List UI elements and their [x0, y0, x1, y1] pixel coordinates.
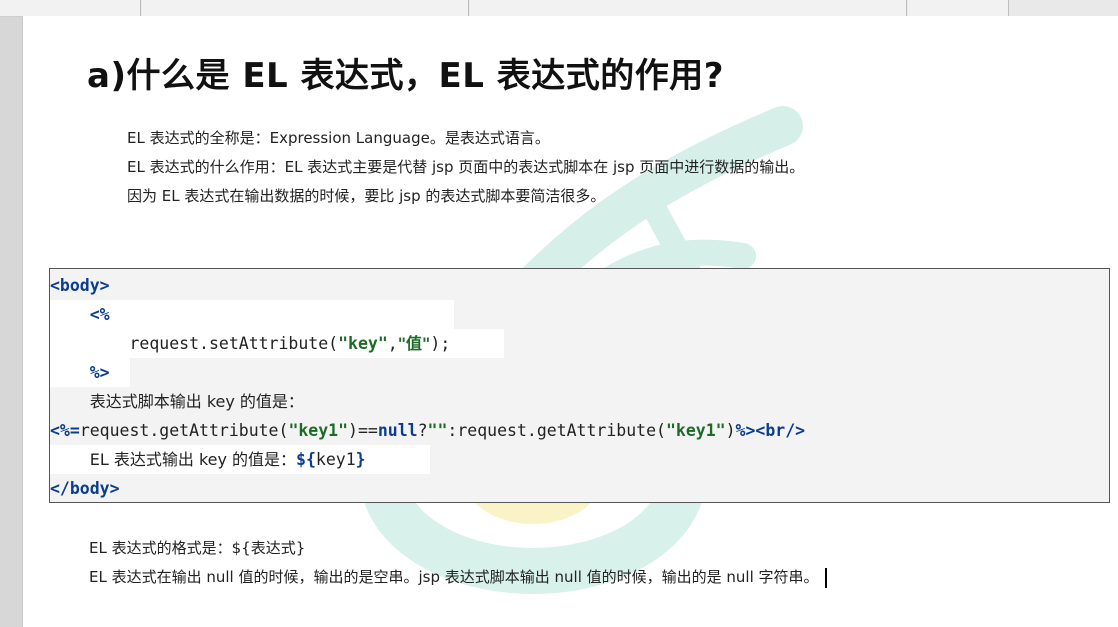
code-string: "key1" [665, 421, 726, 440]
code-text: ) [725, 421, 736, 440]
code-string: "值" [397, 334, 431, 353]
code-string: "key" [338, 334, 388, 353]
code-text: )== [348, 421, 378, 440]
code-block: <body> <% request.setAttribute("key","值"… [49, 268, 1110, 503]
ruler-segment [908, 0, 1009, 16]
code-line-expression: <%=request.getAttribute("key1")==null?""… [50, 416, 805, 445]
code-text: EL 表达式输出 key 的值是： [89, 450, 297, 469]
code-text: , [387, 334, 398, 353]
code-text: request.getAttribute( [79, 421, 289, 440]
code-string: "" [427, 421, 448, 440]
code-keyword: null [377, 421, 418, 440]
code-tag: <%= [50, 421, 80, 440]
code-tag: <% [89, 305, 110, 324]
intro-paragraph: EL 表达式的全称是：Expression Language。是表达式语言。 E… [127, 124, 804, 211]
code-line-set-attribute: request.setAttribute("key","值"); [50, 329, 504, 358]
code-text: ? [417, 421, 428, 440]
note-text: EL 表达式在输出 null 值的时候，输出的是空串。jsp 表达式脚本输出 n… [89, 568, 819, 586]
ruler-bar [0, 0, 1118, 17]
code-line-el-output: EL 表达式输出 key 的值是：${key1} [50, 445, 430, 474]
page-title: a)什么是 EL 表达式，EL 表达式的作用? [87, 56, 724, 96]
ruler-segment [470, 0, 907, 16]
ruler-segment [0, 0, 141, 16]
code-tag: %> [89, 363, 110, 382]
code-string: "key1" [288, 421, 349, 440]
code-text: request.setAttribute( [129, 334, 339, 353]
code-text: :request.getAttribute( [447, 421, 666, 440]
code-line-scriptlet-close: %> [50, 358, 130, 387]
code-line-body-open: <body> [50, 271, 110, 300]
intro-line: 因为 EL 表达式在输出数据的时候，要比 jsp 的表达式脚本要简洁很多。 [127, 187, 606, 205]
note-line: EL 表达式的格式是：${表达式} [89, 539, 306, 557]
code-el: } [355, 450, 366, 469]
text-cursor[interactable] [824, 567, 827, 588]
code-tag: </body> [50, 479, 120, 498]
code-text: 表达式脚本输出 key 的值是： [89, 392, 304, 411]
note-line: EL 表达式在输出 null 值的时候，输出的是空串。jsp 表达式脚本输出 n… [89, 563, 827, 592]
intro-line: EL 表达式的什么作用：EL 表达式主要是代替 jsp 页面中的表达式脚本在 j… [127, 158, 805, 176]
code-tag: %> [735, 421, 756, 440]
code-tag: <br/> [755, 421, 806, 440]
document-page: a)什么是 EL 表达式，EL 表达式的作用? EL 表达式的全称是：Expre… [22, 16, 1118, 627]
code-line-scriptlet-open: <% [50, 300, 454, 329]
ruler-segment [142, 0, 469, 16]
code-tag: <body> [50, 276, 110, 295]
code-text: key1 [315, 450, 356, 469]
code-line-body-close: </body> [50, 474, 120, 503]
notes-paragraph: EL 表达式的格式是：${表达式} EL 表达式在输出 null 值的时候，输出… [89, 534, 827, 592]
code-el: ${ [296, 450, 316, 469]
code-line-script-label: 表达式脚本输出 key 的值是： [50, 387, 304, 416]
code-text: ); [430, 334, 451, 353]
intro-line: EL 表达式的全称是：Expression Language。是表达式语言。 [127, 129, 550, 147]
